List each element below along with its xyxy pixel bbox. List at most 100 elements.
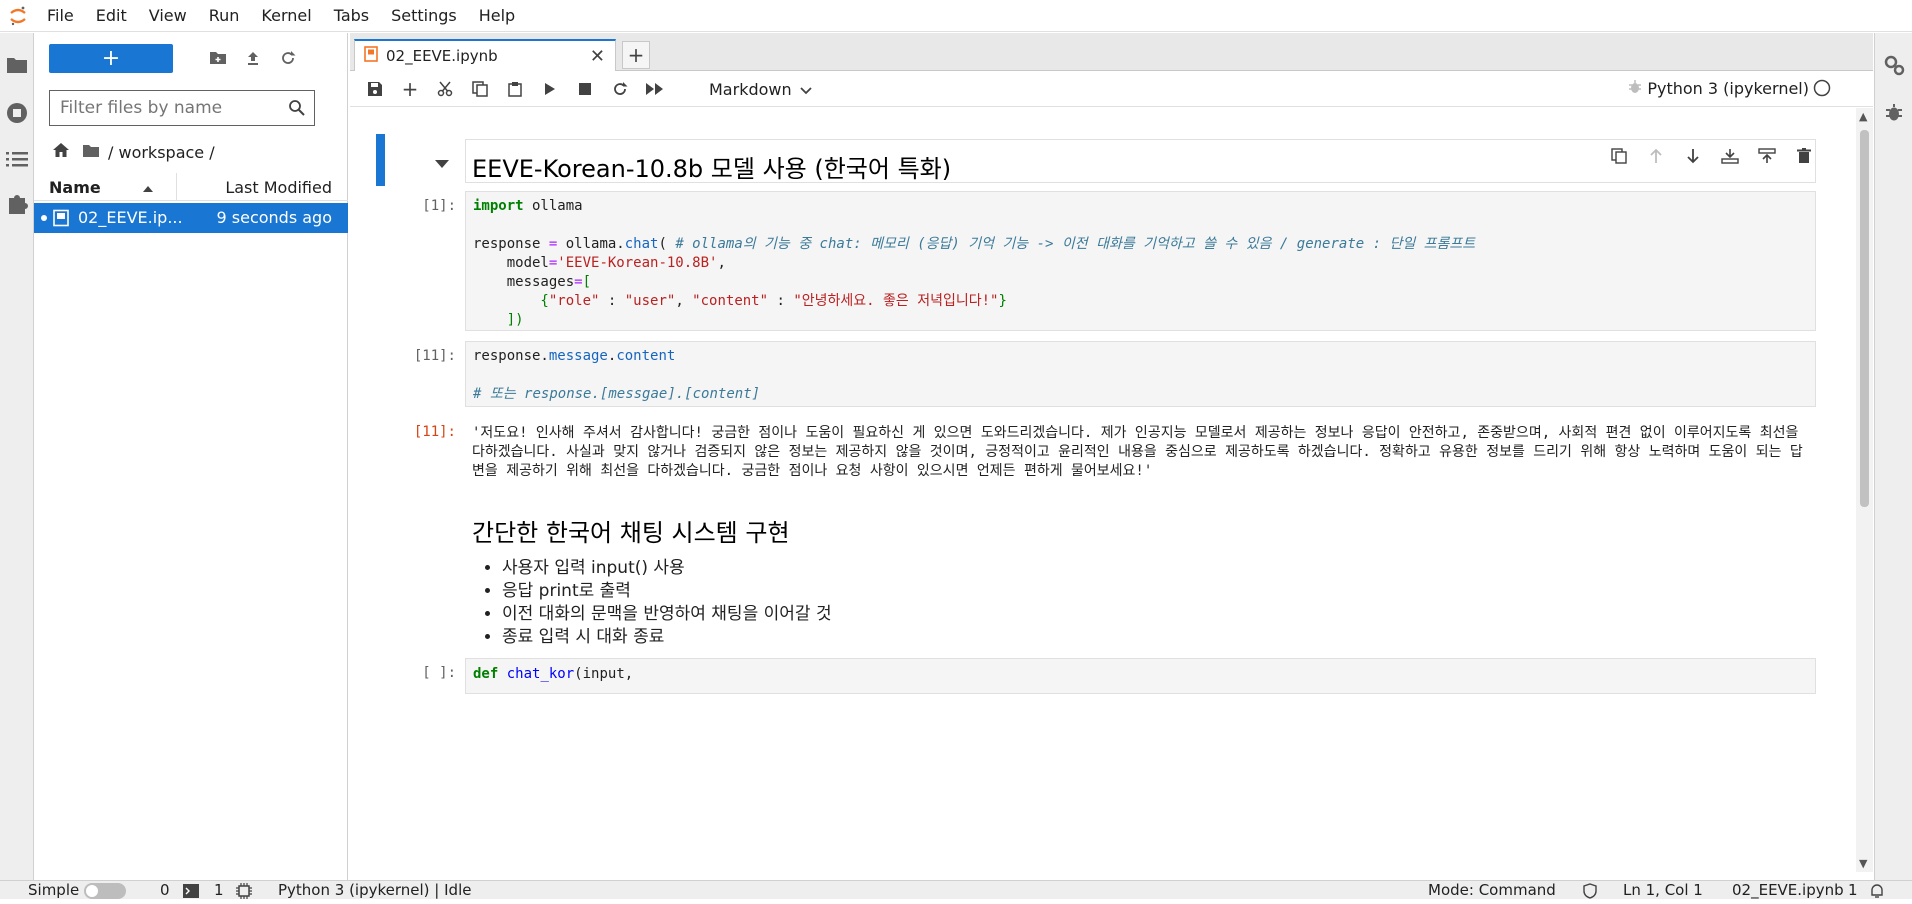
- column-divider[interactable]: [176, 173, 177, 201]
- collapse-heading-icon[interactable]: [435, 153, 449, 172]
- kernel-status[interactable]: Python 3 (ipykernel) | Idle: [278, 881, 471, 900]
- menu-bar: File Edit View Run Kernel Tabs Settings …: [0, 0, 1912, 32]
- code-cell[interactable]: import ollama response = ollama.chat( # …: [465, 191, 1816, 331]
- insert-cell-icon[interactable]: +: [398, 77, 422, 101]
- upload-icon[interactable]: [237, 43, 269, 73]
- simple-mode-label: Simple: [28, 881, 80, 899]
- notebook-content[interactable]: EEVE-Korean-10.8b 모델 사용 (한국어 특화) [1]: im…: [350, 108, 1856, 880]
- save-icon[interactable]: [363, 78, 387, 100]
- right-sidebar-rail: [1874, 33, 1912, 880]
- code-line: response = ollama.chat( # ollama의 기능 중 c…: [473, 236, 1476, 252]
- new-folder-icon[interactable]: [202, 43, 234, 73]
- kernel-bug-icon[interactable]: [1627, 79, 1643, 99]
- status-bar: Simple 0 1 Python 3 (ipykernel) | Idle M…: [0, 880, 1912, 899]
- move-down-icon[interactable]: [1681, 144, 1705, 168]
- menu-tabs[interactable]: Tabs: [323, 0, 380, 32]
- cursor-position[interactable]: Ln 1, Col 1: [1623, 881, 1703, 900]
- jupyter-logo-icon: [0, 0, 36, 32]
- notification-count[interactable]: 1: [1848, 881, 1858, 900]
- scroll-down-icon[interactable]: ▼: [1859, 857, 1867, 870]
- debugger-icon[interactable]: [1875, 93, 1912, 133]
- copy-icon[interactable]: [468, 78, 492, 100]
- main-dock-area: 02_EEVE.ipynb ✕ + + Markdown Python 3 (i…: [350, 33, 1873, 880]
- file-row[interactable]: 02_EEVE.ip... 9 seconds ago: [34, 203, 348, 233]
- cell-toolbar: [1607, 144, 1816, 168]
- menu-view[interactable]: View: [138, 0, 198, 32]
- refresh-icon[interactable]: [272, 43, 304, 73]
- kernels-count[interactable]: 1: [214, 881, 224, 900]
- notebook-scrollbar[interactable]: ▲ ▼: [1856, 108, 1873, 872]
- home-icon[interactable]: [52, 142, 70, 162]
- notebook-toolbar: + Markdown Python 3 (ipykernel): [350, 71, 1873, 107]
- add-tab-button[interactable]: +: [622, 41, 650, 69]
- menu-settings[interactable]: Settings: [380, 0, 468, 32]
- restart-icon[interactable]: [608, 78, 632, 100]
- tab-label: 02_EEVE.ipynb: [386, 47, 498, 65]
- close-icon[interactable]: ✕: [590, 46, 605, 67]
- scroll-up-icon[interactable]: ▲: [1859, 110, 1867, 123]
- run-icon[interactable]: [538, 78, 562, 100]
- new-launcher-button[interactable]: +: [49, 44, 173, 73]
- terminals-count[interactable]: 0: [160, 881, 170, 900]
- breadcrumb: / workspace /: [52, 139, 215, 165]
- file-filter-input[interactable]: Filter files by name: [49, 90, 315, 126]
- fast-forward-icon[interactable]: [643, 78, 667, 100]
- cut-icon[interactable]: [433, 78, 457, 100]
- chevron-down-icon: [799, 80, 812, 99]
- file-list-header: Name Last Modified: [34, 173, 348, 201]
- file-browser-toolbar: +: [34, 33, 348, 83]
- cell-type-value: Markdown: [709, 79, 792, 99]
- insert-above-icon[interactable]: [1718, 144, 1742, 168]
- tab-notebook[interactable]: 02_EEVE.ipynb ✕: [354, 39, 616, 71]
- menu-edit[interactable]: Edit: [85, 0, 138, 32]
- list-item: 종료 입력 시 대화 종료: [502, 626, 832, 649]
- toc-icon[interactable]: [0, 139, 34, 179]
- bell-icon[interactable]: [1869, 883, 1885, 902]
- breadcrumb-folder-icon: [82, 143, 100, 162]
- list-item: 사용자 입력 input() 사용: [502, 557, 832, 580]
- code-line: def chat_kor(input,: [473, 666, 634, 682]
- modified-column-header[interactable]: Last Modified: [225, 178, 332, 197]
- list-item: 이전 대화의 문맥을 반영하여 채팅을 이어갈 것: [502, 603, 832, 626]
- kernel-name[interactable]: Python 3 (ipykernel): [1647, 79, 1809, 98]
- file-name: 02_EEVE.ip...: [78, 208, 183, 227]
- folder-icon[interactable]: [0, 45, 34, 85]
- list-item: 응답 print로 출력: [502, 580, 832, 603]
- paste-icon[interactable]: [503, 78, 527, 100]
- tab-bar: 02_EEVE.ipynb ✕ +: [350, 33, 1873, 71]
- code-cell[interactable]: response.message.content # 또는 response.[…: [465, 341, 1816, 407]
- delete-cell-icon[interactable]: [1792, 144, 1816, 168]
- duplicate-cell-icon[interactable]: [1607, 144, 1631, 168]
- menu-file[interactable]: File: [36, 0, 85, 32]
- code-line: # 또는 response.[messgae].[content]: [473, 386, 761, 402]
- move-up-icon[interactable]: [1644, 144, 1668, 168]
- breadcrumb-path[interactable]: / workspace /: [108, 143, 215, 162]
- input-prompt: [ ]:: [422, 665, 456, 681]
- status-file-name: 02_EEVE.ipynb: [1732, 881, 1844, 899]
- code-cell[interactable]: def chat_kor(input,: [465, 658, 1816, 694]
- input-prompt: [1]:: [422, 198, 456, 214]
- cell-output: '저도요! 인사해 주셔서 감사합니다! 궁금한 점이나 도움이 필요하신 게 …: [472, 425, 1803, 479]
- scrollbar-thumb[interactable]: [1860, 130, 1869, 507]
- code-line: model='EEVE-Korean-10.8B',: [473, 255, 726, 271]
- menu-help[interactable]: Help: [468, 0, 526, 32]
- cell-type-select[interactable]: Markdown: [709, 77, 812, 101]
- insert-below-icon[interactable]: [1755, 144, 1779, 168]
- mode-indicator[interactable]: Mode: Command: [1428, 881, 1556, 900]
- active-cell-indicator: [376, 134, 385, 186]
- menu-kernel[interactable]: Kernel: [250, 0, 322, 32]
- search-icon: [288, 99, 306, 122]
- name-column-header[interactable]: Name: [49, 178, 101, 197]
- code-line: messages=[: [473, 274, 592, 290]
- simple-mode-toggle[interactable]: [84, 883, 126, 899]
- running-icon[interactable]: [0, 93, 34, 133]
- stop-icon[interactable]: [573, 78, 597, 100]
- file-modified-time: 9 seconds ago: [216, 208, 333, 227]
- markdown-heading-1: EEVE-Korean-10.8b 모델 사용 (한국어 특화): [472, 155, 952, 183]
- output-prompt: [11]:: [413, 424, 456, 440]
- extension-icon[interactable]: [0, 183, 34, 223]
- kernel-idle-icon: [1813, 79, 1831, 101]
- code-line: {"role" : "user", "content" : "안녕하세요. 좋은…: [473, 293, 1007, 309]
- menu-run[interactable]: Run: [198, 0, 251, 32]
- property-inspector-icon[interactable]: [1875, 45, 1912, 85]
